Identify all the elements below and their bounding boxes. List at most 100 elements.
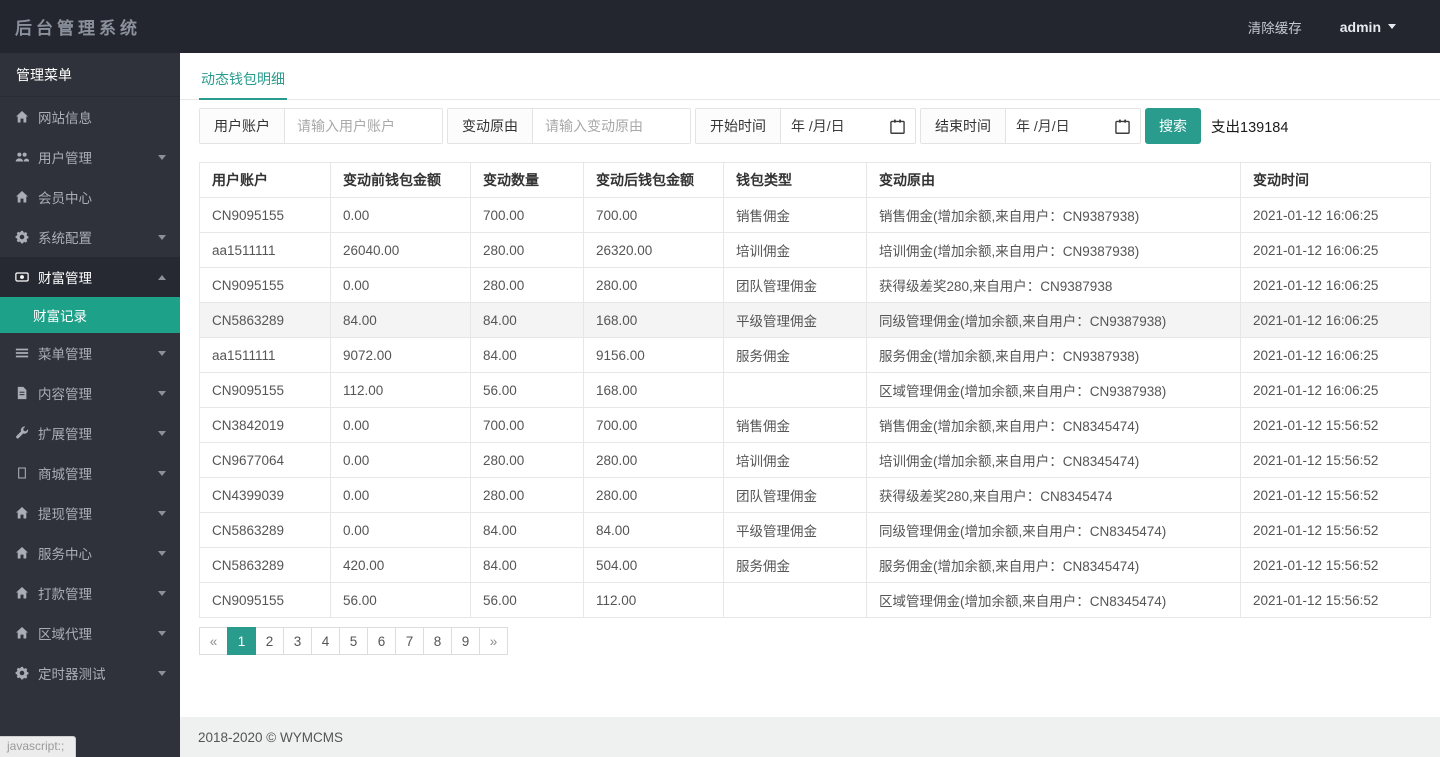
page-3[interactable]: 3 (283, 627, 312, 655)
end-date-input[interactable]: 年 /月/日 (1006, 109, 1140, 143)
column-header: 变动后钱包金额 (583, 162, 724, 198)
cell: 56.00 (470, 582, 584, 618)
chevron-down-icon (1388, 24, 1396, 29)
sidebar-item-label: 系统配置 (38, 231, 92, 246)
home-icon (15, 110, 38, 124)
search-button[interactable]: 搜索 (1145, 108, 1201, 144)
table-row: CN9677064 0.00 280.00 280.00 培训佣金 培训佣金(增加余额,来… (199, 442, 1431, 478)
chevron-down-icon (158, 630, 166, 636)
end-time-label: 结束时间 (921, 109, 1006, 143)
expense-summary: 支出139184 (1211, 119, 1289, 136)
sidebar-item-extension-mgmt[interactable]: 扩展管理 (0, 413, 180, 453)
cell: 84.00 (470, 337, 584, 373)
cell: CN5863289 (199, 302, 331, 338)
sidebar-item-member-center[interactable]: 会员中心 (0, 177, 180, 217)
cell: 销售佣金 (723, 197, 867, 233)
column-header: 钱包类型 (723, 162, 867, 198)
cell: 280.00 (470, 442, 584, 478)
cell: 团队管理佣金 (723, 267, 867, 303)
cell: 获得级差奖280,来自用户：CN9387938 (866, 267, 1241, 303)
cell: 84.00 (330, 302, 471, 338)
home-icon (15, 546, 38, 560)
cell: CN9677064 (199, 442, 331, 478)
wrench-icon (15, 426, 38, 440)
cell: 2021-01-12 15:56:52 (1240, 477, 1431, 513)
cell: 2021-01-12 16:06:25 (1240, 232, 1431, 268)
cell: CN9095155 (199, 372, 331, 408)
cell: CN9095155 (199, 582, 331, 618)
cell: 服务佣金 (723, 337, 867, 373)
cell (723, 372, 867, 408)
sidebar-item-label: 定时器测试 (38, 667, 106, 682)
sidebar-item-content-mgmt[interactable]: 内容管理 (0, 373, 180, 413)
cell: CN3842019 (199, 407, 331, 443)
table-header-row: 用户账户 变动前钱包金额 变动数量 变动后钱包金额 钱包类型 变动原由 变动时间 (199, 162, 1431, 198)
chevron-down-icon (158, 154, 166, 160)
chevron-down-icon (158, 350, 166, 356)
user-account-input[interactable] (285, 109, 442, 143)
table-row: CN5863289 420.00 84.00 504.00 服务佣金 服务佣金(增加余额,… (199, 547, 1431, 583)
sidebar-item-user-mgmt[interactable]: 用户管理 (0, 137, 180, 177)
start-date-input[interactable]: 年 /月/日 (781, 109, 915, 143)
cell: aa1511111 (199, 232, 331, 268)
chevron-down-icon (158, 510, 166, 516)
page-8[interactable]: 8 (423, 627, 452, 655)
sidebar-item-timer-test[interactable]: 定时器测试 (0, 653, 180, 693)
cell: 0.00 (330, 512, 471, 548)
username: admin (1339, 18, 1381, 35)
cell: 84.00 (583, 512, 724, 548)
cell: 26320.00 (583, 232, 724, 268)
page-next[interactable]: » (479, 627, 508, 655)
home-icon (15, 586, 38, 600)
sidebar-item-service-center[interactable]: 服务中心 (0, 533, 180, 573)
cell: 112.00 (330, 372, 471, 408)
cell: CN5863289 (199, 547, 331, 583)
sidebar-item-site-info[interactable]: 网站信息 (0, 97, 180, 137)
tab-bar: 动态钱包明细 (180, 53, 1440, 100)
cell: 168.00 (583, 302, 724, 338)
page-2[interactable]: 2 (255, 627, 284, 655)
cell: 2021-01-12 15:56:52 (1240, 512, 1431, 548)
chevron-down-icon (158, 390, 166, 396)
sidebar-item-withdraw-mgmt[interactable]: 提现管理 (0, 493, 180, 533)
sidebar-item-payout-mgmt[interactable]: 打款管理 (0, 573, 180, 613)
home-icon (15, 506, 38, 520)
sidebar-item-region-agent[interactable]: 区域代理 (0, 613, 180, 653)
cell: 0.00 (330, 442, 471, 478)
cell: 培训佣金 (723, 232, 867, 268)
column-header: 变动原由 (866, 162, 1241, 198)
clear-cache-link[interactable]: 清除缓存 (1248, 17, 1302, 37)
sidebar-subitem-wealth-record[interactable]: 财富记录 (0, 297, 180, 333)
page-4[interactable]: 4 (311, 627, 340, 655)
user-account-group: 用户账户 (199, 108, 443, 144)
sidebar-item-menu-mgmt[interactable]: 菜单管理 (0, 333, 180, 373)
sidebar-item-wealth-mgmt[interactable]: 财富管理 (0, 257, 180, 297)
users-icon (15, 150, 38, 164)
change-reason-input[interactable] (533, 109, 690, 143)
tab-wallet-detail[interactable]: 动态钱包明细 (199, 57, 287, 100)
sidebar-menu: 网站信息用户管理 会员中心系统配置财富管理 财富记录 菜单管理 内容管理 扩展管理 商城管理… (0, 97, 180, 693)
cogs-icon (15, 666, 38, 680)
cell: 0.00 (330, 197, 471, 233)
sidebar-item-label: 打款管理 (38, 587, 92, 602)
sidebar-item-label: 网站信息 (38, 111, 92, 126)
list-icon (15, 346, 38, 360)
box-icon (15, 466, 38, 480)
sidebar-item-system-config[interactable]: 系统配置 (0, 217, 180, 257)
page-5[interactable]: 5 (339, 627, 368, 655)
page-1[interactable]: 1 (227, 627, 256, 655)
cell: 112.00 (583, 582, 724, 618)
change-reason-group: 变动原由 (447, 108, 691, 144)
cell: 504.00 (583, 547, 724, 583)
page-9[interactable]: 9 (451, 627, 480, 655)
cell: 培训佣金 (723, 442, 867, 478)
page-7[interactable]: 7 (395, 627, 424, 655)
home-icon (15, 626, 38, 640)
page-6[interactable]: 6 (367, 627, 396, 655)
cell: 团队管理佣金 (723, 477, 867, 513)
user-menu[interactable]: admin (1340, 19, 1396, 35)
cell: 280.00 (470, 267, 584, 303)
cell: 2021-01-12 15:56:52 (1240, 547, 1431, 583)
page-prev[interactable]: « (199, 627, 228, 655)
sidebar-item-mall-mgmt[interactable]: 商城管理 (0, 453, 180, 493)
